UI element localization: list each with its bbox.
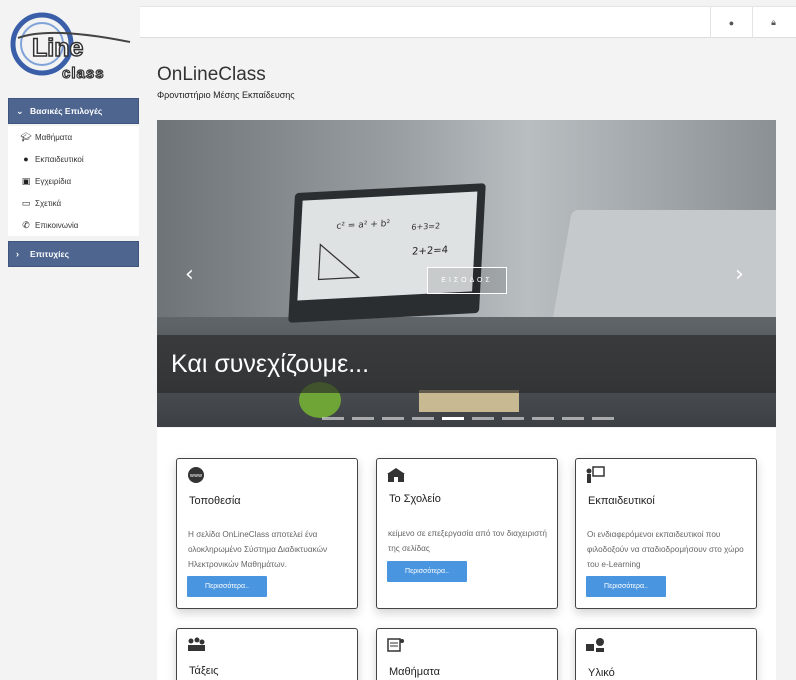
- classroom-icon: [185, 635, 207, 655]
- card-title: Το Σχολείο: [389, 493, 441, 505]
- logo-class-text: class: [62, 65, 105, 82]
- card-title: Τάξεις: [189, 665, 219, 677]
- page-subtitle: Φροντιστήριο Μέσης Εκπαίδευσης: [157, 90, 295, 100]
- sidebar-item-teachers[interactable]: ● Εκπαιδευτικοί: [8, 148, 139, 170]
- formula-text: 2+2=4: [412, 245, 449, 258]
- hero-carousel: c² = a² + b² 6+3=2 2+2=4 ‹ › ΕΙΣΟΔΟΣ Και…: [157, 120, 776, 427]
- card-text: Οι ενδιαφερόμενοι εκπαιδευτικοί που φιλο…: [587, 530, 744, 569]
- feature-card-lessons: Μαθήματα: [376, 628, 558, 680]
- chevron-down-icon: ⌄: [16, 105, 24, 116]
- sidebar: Line class ⌄ Βασικές Επιλογές 🎓︎ Μαθήματ…: [0, 0, 140, 680]
- feature-card-school: Το Σχολείο κείμενο σε επεξεργασία από το…: [376, 458, 558, 609]
- teacher-board-icon: [584, 465, 606, 485]
- language-button[interactable]: ●: [710, 7, 752, 38]
- book-icon: ▣: [21, 175, 31, 186]
- carousel-prev-button[interactable]: ‹: [185, 262, 194, 287]
- carousel-indicator[interactable]: [442, 417, 464, 420]
- carousel-indicator[interactable]: [562, 417, 584, 420]
- card-text: κείμενο σε επεξεργασία από τον διαχειρισ…: [388, 529, 547, 553]
- card-title: Τοποθεσία: [189, 495, 241, 507]
- logo-graphic: Line class: [10, 12, 131, 83]
- hero-caption: Και συνεχίζουμε...: [157, 335, 776, 393]
- sidebar-item-label: Μαθήματα: [35, 132, 73, 142]
- carousel-indicator[interactable]: [532, 417, 554, 420]
- materials-icon: [584, 635, 606, 655]
- carousel-indicator[interactable]: [322, 417, 344, 420]
- card-title: Υλικό: [588, 667, 615, 679]
- lock-icon: 🔒︎: [771, 17, 776, 27]
- lesson-list-icon: [385, 635, 407, 655]
- card-more-button[interactable]: Περισσότερα..: [387, 561, 467, 582]
- card-title: Μαθήματα: [389, 666, 441, 678]
- chevron-right-icon: ›: [16, 249, 19, 259]
- sidebar-item-label: Σχετικά: [35, 198, 62, 208]
- school-building-icon: [385, 465, 407, 485]
- carousel-indicator[interactable]: [502, 417, 524, 420]
- formula-text: 6+3=2: [411, 221, 440, 231]
- page-title: OnLineClass: [157, 64, 266, 85]
- card-title: Εκπαιδευτικοί: [588, 495, 655, 507]
- top-bar: ● 🔒︎: [140, 6, 796, 38]
- menu-section-successes[interactable]: › Επιτυχίες: [8, 241, 139, 267]
- sidebar-item-about[interactable]: ▭ Σχετικά: [8, 192, 139, 214]
- feature-card-location: www Τοποθεσία Η σελίδα OnLineClass αποτε…: [176, 458, 358, 609]
- feature-card-materials: Υλικό: [575, 628, 757, 680]
- menu-section-successes-label: Επιτυχίες: [30, 249, 69, 259]
- card-text: Η σελίδα OnLineClass αποτελεί ένα ολοκλη…: [188, 530, 328, 569]
- credit-card-icon: ▭: [21, 197, 31, 208]
- carousel-indicator[interactable]: [382, 417, 404, 420]
- www-globe-icon: www: [185, 465, 207, 485]
- features-panel: www Τοποθεσία Η σελίδα OnLineClass αποτε…: [157, 428, 776, 680]
- sidebar-item-contact[interactable]: ✆ Επικοινωνία: [8, 214, 139, 236]
- sidebar-item-label: Εκπαιδευτικοί: [35, 154, 84, 164]
- feature-card-teachers: Εκπαιδευτικοί Οι ενδιαφερόμενοι εκπαιδευ…: [575, 458, 757, 609]
- carousel-indicators: [322, 417, 614, 420]
- carousel-indicator[interactable]: [412, 417, 434, 420]
- phone-icon: ✆: [22, 219, 30, 230]
- logo-line-text: Line: [32, 34, 83, 62]
- menu-section-main-label: Βασικές Επιλογές: [30, 106, 103, 116]
- globe-icon: ●: [728, 17, 735, 28]
- site-logo[interactable]: Line class: [10, 8, 136, 84]
- carousel-indicator[interactable]: [592, 417, 614, 420]
- carousel-indicator[interactable]: [472, 417, 494, 420]
- sidebar-item-manuals[interactable]: ▣ Εγχειρίδια: [8, 170, 139, 192]
- hero-monitor-image: c² = a² + b² 6+3=2 2+2=4: [288, 183, 486, 323]
- card-more-button[interactable]: Περισσότερα..: [586, 576, 666, 597]
- login-lock-button[interactable]: 🔒︎: [752, 7, 794, 38]
- carousel-indicator[interactable]: [352, 417, 374, 420]
- sidebar-item-label: Επικοινωνία: [35, 220, 79, 230]
- feature-card-classes: Τάξεις: [176, 628, 358, 680]
- sidebar-item-courses[interactable]: 🎓︎ Μαθήματα: [8, 126, 139, 148]
- sidebar-item-label: Εγχειρίδια: [35, 176, 72, 186]
- svg-text:www: www: [190, 473, 202, 479]
- hero-books-image: [419, 390, 519, 412]
- graduation-cap-icon: 🎓︎: [20, 131, 32, 142]
- card-more-button[interactable]: Περισσότερα..: [187, 576, 267, 597]
- carousel-next-button[interactable]: ›: [735, 262, 744, 287]
- user-icon: ●: [23, 154, 29, 164]
- main-menu-list: 🎓︎ Μαθήματα ● Εκπαιδευτικοί ▣ Εγχειρίδια…: [8, 126, 139, 236]
- hero-login-button[interactable]: ΕΙΣΟΔΟΣ: [427, 267, 507, 294]
- menu-section-main[interactable]: ⌄ Βασικές Επιλογές: [8, 98, 139, 124]
- formula-text: c² = a² + b²: [336, 219, 391, 232]
